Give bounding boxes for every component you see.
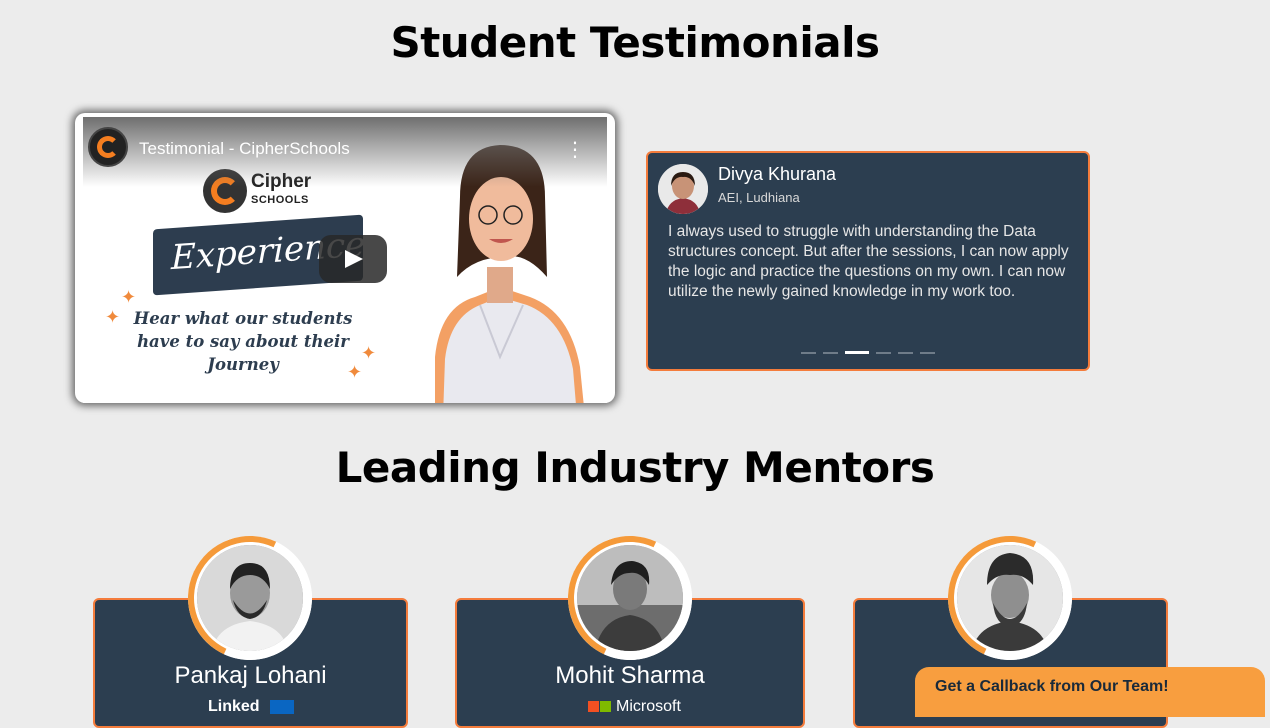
- testimonial-author: Divya Khurana: [718, 164, 837, 184]
- linkedin-logo: Linked: [208, 698, 298, 715]
- mentor-name: Pankaj Lohani: [174, 662, 327, 689]
- more-vert-icon[interactable]: ⋮: [565, 137, 585, 161]
- mentor-name: Mohit Sharma: [555, 662, 705, 689]
- callback-button[interactable]: Get a Callback from Our Team!: [915, 667, 1265, 717]
- video-title[interactable]: Testimonial - CipherSchools: [139, 139, 350, 159]
- carousel-dot[interactable]: [801, 351, 816, 354]
- mentor-avatar: [170, 518, 330, 678]
- carousel-dot[interactable]: [876, 351, 891, 354]
- sparkle-icon: ✦: [347, 362, 363, 383]
- mentors-heading: Leading Industry Mentors: [335, 443, 935, 492]
- sparkle-icon: ✦: [121, 287, 137, 308]
- testimonial-text: I always used to struggle with understan…: [668, 223, 1069, 300]
- testimonials-heading: Student Testimonials: [390, 18, 880, 67]
- carousel-dot-active[interactable]: [845, 351, 869, 354]
- mentor-avatar: [550, 518, 710, 678]
- channel-avatar[interactable]: [88, 127, 128, 167]
- carousel-dot[interactable]: [823, 351, 838, 354]
- sparkle-icon: ✦: [361, 343, 377, 364]
- play-button[interactable]: [319, 235, 387, 283]
- mentor-avatar: [930, 518, 1090, 678]
- microsoft-logo: Microsoft: [588, 698, 708, 715]
- video-subtitle: Hear what our students have to say about…: [133, 309, 353, 374]
- testimonial-card: Divya Khurana AEI, Ludhiana I always use…: [646, 151, 1090, 371]
- avatar: [658, 164, 708, 214]
- sparkle-icon: ✦: [105, 307, 121, 328]
- carousel-dot[interactable]: [898, 351, 913, 354]
- carousel-dots: [801, 342, 942, 354]
- carousel-dot[interactable]: [920, 351, 935, 354]
- testimonial-role: AEI, Ludhiana: [718, 190, 800, 205]
- testimonial-video[interactable]: Cipher SCHOOLS Experiences! Hear what ou…: [75, 113, 615, 403]
